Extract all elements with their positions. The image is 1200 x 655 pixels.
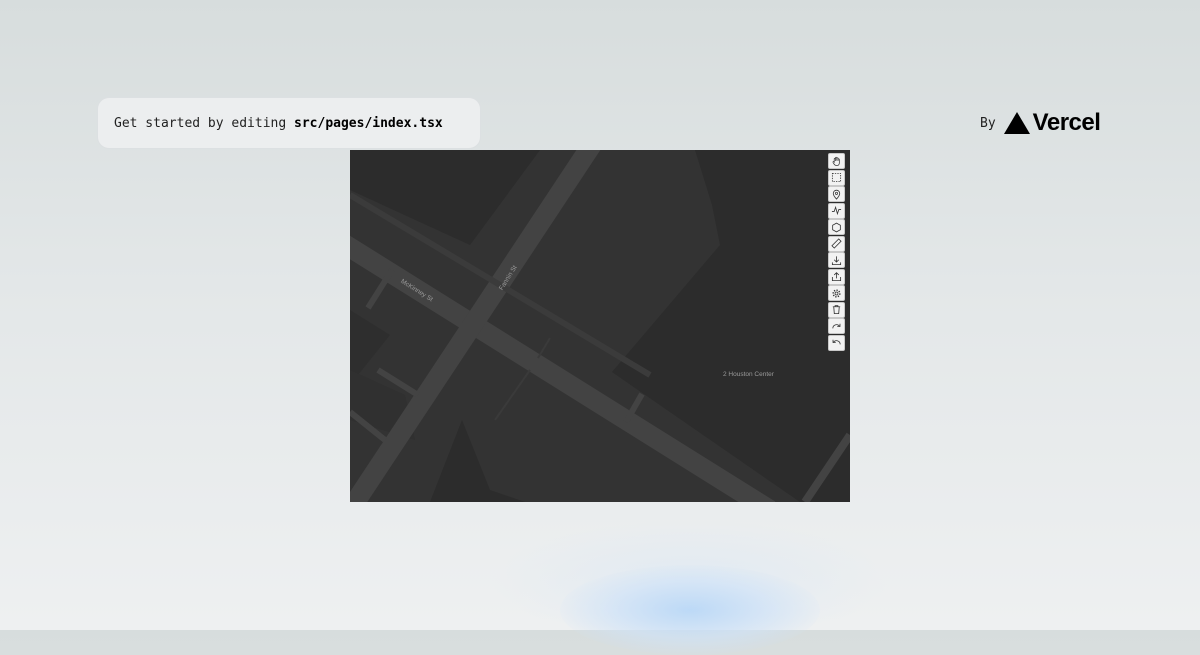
vercel-link[interactable]: By Vercel — [980, 108, 1101, 138]
road-edge — [537, 337, 551, 359]
background-glow — [560, 565, 820, 655]
description-text: Get started by editing — [114, 115, 287, 131]
description-file: src/pages/index.tsx — [294, 115, 443, 131]
road-edge — [494, 369, 531, 421]
hand-icon — [832, 156, 840, 166]
by-label: By — [980, 115, 996, 131]
upload-icon — [831, 272, 842, 282]
download-icon — [831, 255, 842, 265]
trash-icon — [832, 305, 841, 315]
select-box-tool-button[interactable] — [828, 169, 845, 186]
building-label: 2 Houston Center — [723, 371, 774, 378]
redo-tool-button[interactable] — [828, 318, 845, 334]
undo-tool-button[interactable] — [828, 334, 845, 351]
map-block — [350, 150, 540, 245]
dashed-rectangle-icon — [831, 172, 842, 183]
vercel-triangle-icon — [1003, 112, 1030, 134]
export-tool-button[interactable] — [828, 268, 845, 285]
draw-toolbar — [828, 153, 845, 351]
vercel-logo: Vercel — [1003, 109, 1101, 137]
redo-icon — [832, 323, 841, 328]
vercel-wordmark: Vercel — [1032, 109, 1101, 136]
polygon-tool-button[interactable] — [828, 219, 845, 235]
settings-tool-button[interactable] — [828, 285, 845, 301]
polyline-icon — [831, 205, 842, 216]
measure-tool-button[interactable] — [828, 235, 845, 252]
import-tool-button[interactable] — [828, 252, 845, 268]
pan-tool-button[interactable] — [828, 153, 845, 169]
map-view[interactable]: McKinney St Fannin St 2 Houston Center — [350, 150, 850, 502]
hexagon-icon — [832, 222, 841, 232]
line-tool-button[interactable] — [828, 202, 845, 219]
point-tool-button[interactable] — [828, 186, 845, 202]
undo-icon — [832, 339, 841, 345]
description-box: Get started by editing src/pages/index.t… — [97, 97, 481, 149]
map-canvas[interactable] — [350, 150, 850, 502]
gear-icon — [832, 288, 841, 298]
map-pin-icon — [832, 189, 841, 200]
map-block — [612, 150, 850, 502]
delete-tool-button[interactable] — [828, 301, 845, 318]
map-block — [430, 420, 525, 502]
ruler-icon — [831, 238, 842, 249]
